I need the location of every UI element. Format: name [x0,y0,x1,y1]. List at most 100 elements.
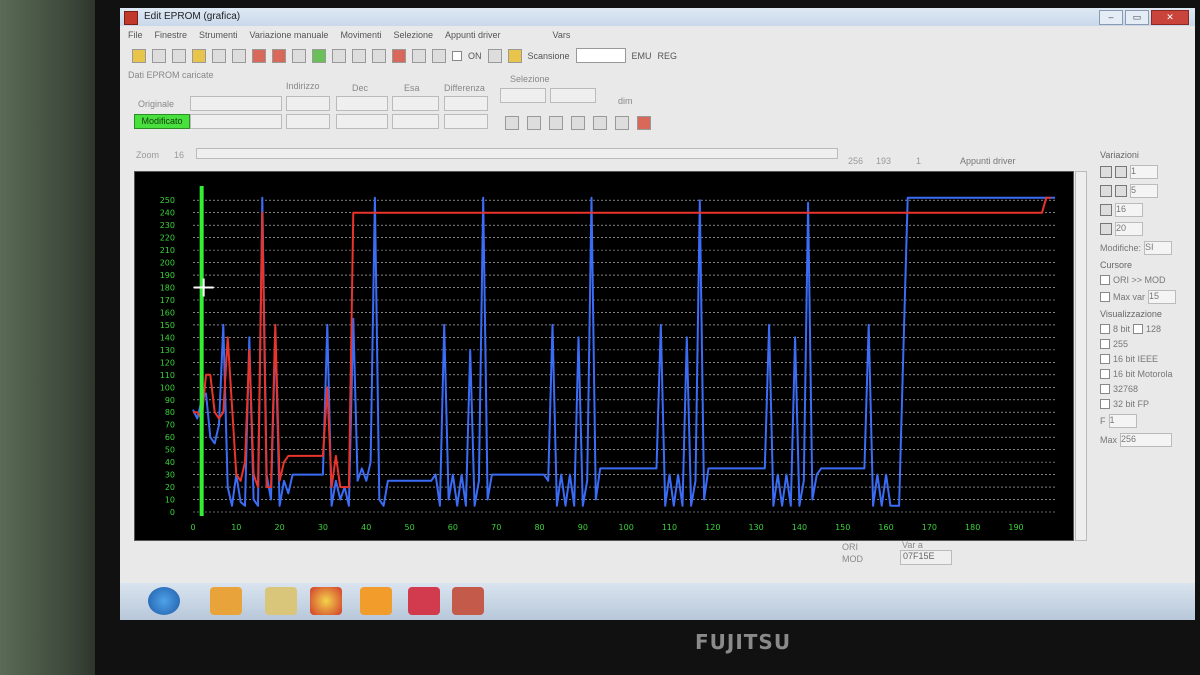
y-tick-label: 130 [160,346,175,355]
modificato-esa-field[interactable] [392,114,439,129]
f-select[interactable]: 1 [1108,414,1137,428]
ecu-app-icon[interactable] [452,587,484,615]
compare-icon[interactable] [272,48,286,63]
option-16motorola-radio[interactable] [1100,369,1110,379]
select-range-icon[interactable] [549,116,563,130]
modificato-field[interactable] [190,114,282,129]
indirizzo-field[interactable] [286,96,330,111]
y-tick-label: 50 [165,446,175,455]
marker-icon[interactable] [312,48,326,63]
ori-mod-row: ORI >> MOD [1100,275,1192,285]
app-icon [124,11,138,25]
undo-icon[interactable] [615,116,629,130]
folder-icon[interactable] [192,48,206,63]
copy-icon[interactable] [172,48,186,63]
originale-field[interactable] [190,96,282,111]
grid-icon[interactable] [412,48,426,63]
x-tick-label: 130 [748,523,763,532]
minimize-button[interactable]: – [1099,10,1123,25]
checklist-icon[interactable] [252,48,266,63]
gear-icon[interactable] [593,116,607,130]
menu-appunti-driver[interactable]: Appunti driver [445,30,501,40]
power-icon[interactable] [637,116,651,130]
esa-field[interactable] [392,96,439,111]
increment-icon[interactable] [1100,166,1112,178]
on-checkbox[interactable] [452,50,462,61]
address-field[interactable]: 07F15E [900,550,952,565]
option-128-checkbox[interactable] [1133,324,1144,334]
selezione-start-field[interactable] [500,88,546,103]
vertical-scrollbar[interactable] [1075,171,1087,541]
close-button[interactable]: ✕ [1151,10,1189,25]
max-var-field[interactable]: 15 [1148,290,1177,304]
chart-icon[interactable] [392,48,406,63]
table-icon[interactable] [292,48,306,63]
variazione-field-1[interactable]: 1 [1130,165,1158,179]
y-tick-label: 220 [160,234,175,243]
x-tick-label: 170 [922,523,937,532]
maximize-button[interactable]: ▭ [1125,10,1149,25]
x-tick-label: 120 [705,523,720,532]
modificato-differenza-field[interactable] [444,114,488,129]
menu-selezione[interactable]: Selezione [393,30,433,40]
scansione-select[interactable] [575,48,626,63]
eraser-icon[interactable] [372,48,386,63]
x-tick-label: 20 [275,523,285,532]
decrement-icon[interactable] [1115,166,1127,178]
x-tick-label: 100 [619,523,634,532]
save-icon[interactable] [152,48,166,63]
disk-icon[interactable] [212,48,226,63]
start-button[interactable] [148,587,180,615]
option-16ieee-radio[interactable] [1100,354,1110,364]
variazione-field-4[interactable]: 20 [1115,222,1143,236]
menu-strumenti[interactable]: Strumenti [199,30,238,40]
select-all-icon[interactable] [571,116,585,130]
zoom-slider[interactable] [196,148,838,159]
dec-field[interactable] [336,96,388,111]
user-icon[interactable] [507,48,522,63]
option-32768-checkbox[interactable] [1100,384,1110,394]
app-icon-3[interactable] [408,587,440,615]
set-icon[interactable] [1100,204,1112,216]
bottom-bar: ORI MOD Var a 07F15E [120,540,1195,576]
media-player-icon[interactable] [210,587,242,615]
option-16ieee-label: 16 bit IEEE [1113,354,1159,364]
menu-finestre[interactable]: Finestre [155,30,188,40]
scissors-icon[interactable] [352,48,366,63]
menu-variazione-manuale[interactable]: Variazione manuale [250,30,329,40]
max-select[interactable]: 256 [1120,433,1173,447]
menu-movimenti[interactable]: Movimenti [340,30,381,40]
x-tick-label: 140 [792,523,807,532]
percent-icon[interactable] [1100,223,1112,235]
y-tick-label: 90 [165,396,175,405]
variazione-field-3[interactable]: 16 [1115,203,1143,217]
visualizzazione-label: Visualizzazione [1100,309,1162,319]
appunti-driver-label: Appunti driver [960,156,1016,166]
option-8bit-radio[interactable] [1100,324,1110,334]
modificato-dec-field[interactable] [336,114,388,129]
max-var-checkbox[interactable] [1100,292,1110,302]
option-32fp-radio[interactable] [1100,399,1110,409]
select-end-icon[interactable] [527,116,541,130]
eprom-graph[interactable]: 0 10 20 30 40 50 60 70 80 90 100 110 120 130 140 150 160… [134,171,1074,541]
monitor-icon[interactable] [432,48,446,63]
chrome-icon[interactable] [310,587,342,615]
select-start-icon[interactable] [505,116,519,130]
lock-icon[interactable] [487,48,502,63]
explorer-icon[interactable] [265,587,297,615]
differenza-field[interactable] [444,96,488,111]
menu-file[interactable]: File [128,30,143,40]
title-bar: Edit EPROM (grafica) – ▭ ✕ [120,8,1195,26]
edit-icon[interactable] [332,48,346,63]
variazione-field-2[interactable]: 5 [1130,184,1158,198]
app-icon-2[interactable] [360,587,392,615]
selezione-end-field[interactable] [550,88,596,103]
modificato-indirizzo-field[interactable] [286,114,330,129]
ori-mod-checkbox[interactable] [1100,275,1110,285]
x-tick-label: 190 [1008,523,1023,532]
print-icon[interactable] [232,48,246,63]
decrement-icon[interactable] [1115,185,1127,197]
option-255-checkbox[interactable] [1100,339,1110,349]
open-icon[interactable] [132,48,146,63]
increment-icon[interactable] [1100,185,1112,197]
